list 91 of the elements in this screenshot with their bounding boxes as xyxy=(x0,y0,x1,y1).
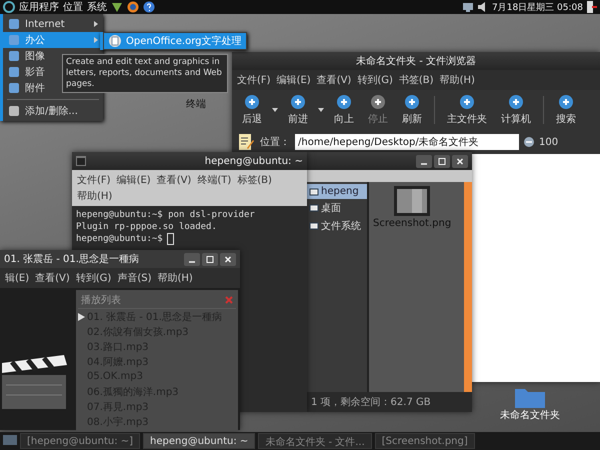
menu-item[interactable]: 转到(G) xyxy=(76,271,112,285)
toolbar-icon xyxy=(336,94,352,110)
location-field[interactable]: /home/hepeng/Desktop/未命名文件夹 xyxy=(295,134,519,150)
terminal-line: hepeng@ubuntu:~$ pon dsl-provider xyxy=(76,209,256,221)
toolbar-icon xyxy=(370,94,386,110)
panel-menu[interactable]: 应用程序 xyxy=(19,0,59,14)
image-thumbnail-icon xyxy=(394,186,430,216)
terminal-icon xyxy=(76,156,86,166)
close-button[interactable] xyxy=(452,154,468,168)
show-desktop-icon[interactable] xyxy=(3,435,17,447)
close-button[interactable] xyxy=(220,252,236,266)
maximize-button[interactable] xyxy=(202,252,218,266)
app-category-icon xyxy=(8,18,20,30)
caret-icon[interactable] xyxy=(272,108,278,112)
submenu-arrow-icon xyxy=(94,37,98,43)
caret-icon[interactable] xyxy=(318,108,324,112)
network-icon[interactable] xyxy=(462,1,474,13)
zoom-out-icon[interactable] xyxy=(524,137,534,147)
menu-item[interactable]: 查看(V) xyxy=(316,73,352,87)
menu-item[interactable]: 文件(F) xyxy=(237,73,271,87)
menu-item[interactable]: 帮助(H) xyxy=(77,189,112,203)
globe-icon[interactable] xyxy=(127,1,139,13)
toolbar-icon xyxy=(404,94,420,110)
window-title: 01. 张震岳 - 01.思念是一種病 xyxy=(4,252,139,266)
menu-item[interactable]: 查看(V) xyxy=(156,173,192,187)
menu-item[interactable]: OpenOffice.org文字处理 xyxy=(104,33,246,49)
minimize-button[interactable] xyxy=(416,154,432,168)
panel-menu[interactable]: 系统 xyxy=(87,0,107,14)
zoom-level: 100 xyxy=(539,136,558,148)
menu-item[interactable]: 声音(S) xyxy=(117,271,152,285)
playlist-title: 播放列表 xyxy=(81,294,121,307)
scrollbar[interactable] xyxy=(464,182,472,392)
desktop-folder[interactable]: 未命名文件夹 xyxy=(500,386,560,422)
app-category-icon xyxy=(8,34,20,46)
sidebar-item[interactable]: 文件系统 xyxy=(307,217,367,235)
toolbar-button[interactable]: 前进 xyxy=(282,93,314,127)
taskbar-button[interactable]: [hepeng@ubuntu: ~] xyxy=(20,433,140,449)
window-title: 未命名文件夹 - 文件浏览器 xyxy=(356,54,476,68)
terminal-line: Plugin rp-pppoe.so loaded. xyxy=(76,221,218,233)
menu-item[interactable]: 查看(V) xyxy=(35,271,70,285)
menu-item[interactable]: 帮助(H) xyxy=(158,271,193,285)
app-category-icon xyxy=(8,50,20,62)
toolbar-button[interactable]: 主文件夹 xyxy=(441,93,493,127)
tooltip: Create and edit text and graphics in letters, reports, documents and Web pages. xyxy=(62,54,228,93)
app-category-icon xyxy=(8,82,20,94)
menu-item[interactable]: 书签(B) xyxy=(398,73,434,87)
menu-item[interactable]: 终端(T) xyxy=(197,173,232,187)
location-label: 位置： xyxy=(260,136,290,149)
maximize-button[interactable] xyxy=(434,154,450,168)
logout-icon[interactable] xyxy=(587,1,597,13)
terminal-prompt: hepeng@ubuntu:~$ xyxy=(76,233,163,245)
menu-item[interactable]: 编辑(E) xyxy=(116,173,151,187)
panel-menu[interactable]: 位置 xyxy=(63,0,83,14)
toolbar-button[interactable]: 搜索 xyxy=(550,93,582,127)
taskbar-button[interactable]: hepeng@ubuntu: ~ xyxy=(143,433,256,449)
help-icon[interactable] xyxy=(143,1,155,13)
submenu-arrow-icon xyxy=(94,21,98,27)
menu-item[interactable]: 标签(B) xyxy=(237,173,272,187)
toolbar-button[interactable]: 后退 xyxy=(236,93,268,127)
menu-item[interactable]: Internet xyxy=(3,16,103,32)
edit-icon[interactable] xyxy=(237,133,255,151)
sidebar-item[interactable]: 桌面 xyxy=(307,199,367,217)
menu-item[interactable]: 辑(E) xyxy=(5,271,30,285)
clock[interactable]: 7月18日星期三 05:08 xyxy=(492,0,583,14)
menu-item[interactable]: 帮助(H) xyxy=(440,73,475,87)
minimize-button[interactable] xyxy=(184,252,200,266)
taskbar-button[interactable]: [Screenshot.png] xyxy=(374,433,475,449)
taskbar-button[interactable]: 未命名文件夹 - 文件... xyxy=(258,433,372,449)
document-icon xyxy=(109,35,121,47)
launcher-icon[interactable] xyxy=(111,1,123,13)
folder-icon xyxy=(515,386,545,408)
toolbar-icon xyxy=(508,94,524,110)
menu-item[interactable]: 文件(F) xyxy=(77,173,111,187)
desktop-icon-label[interactable]: 终端 xyxy=(186,97,206,111)
app-category-icon xyxy=(8,66,20,78)
menu-item[interactable]: 办公 xyxy=(3,32,103,48)
toolbar-button[interactable]: 计算机 xyxy=(495,93,537,127)
status-text: 1 项，剩余空间：62.7 GB xyxy=(307,392,472,412)
app-category-icon xyxy=(8,105,20,117)
toolbar-button[interactable]: 向上 xyxy=(328,93,360,127)
text-cursor xyxy=(166,233,174,245)
toolbar-icon xyxy=(244,94,260,110)
window-title: hepeng@ubuntu: ~ xyxy=(204,156,303,166)
menu-item[interactable]: 转到(G) xyxy=(357,73,393,87)
toolbar-icon xyxy=(290,94,306,110)
menu-item[interactable]: 编辑(E) xyxy=(276,73,311,87)
toolbar-button[interactable]: 刷新 xyxy=(396,93,428,127)
toolbar-icon xyxy=(558,94,574,110)
toolbar-icon xyxy=(459,94,475,110)
sidebar-item[interactable]: hepeng xyxy=(307,184,367,199)
menu-item[interactable]: 添加/删除... xyxy=(3,103,103,119)
